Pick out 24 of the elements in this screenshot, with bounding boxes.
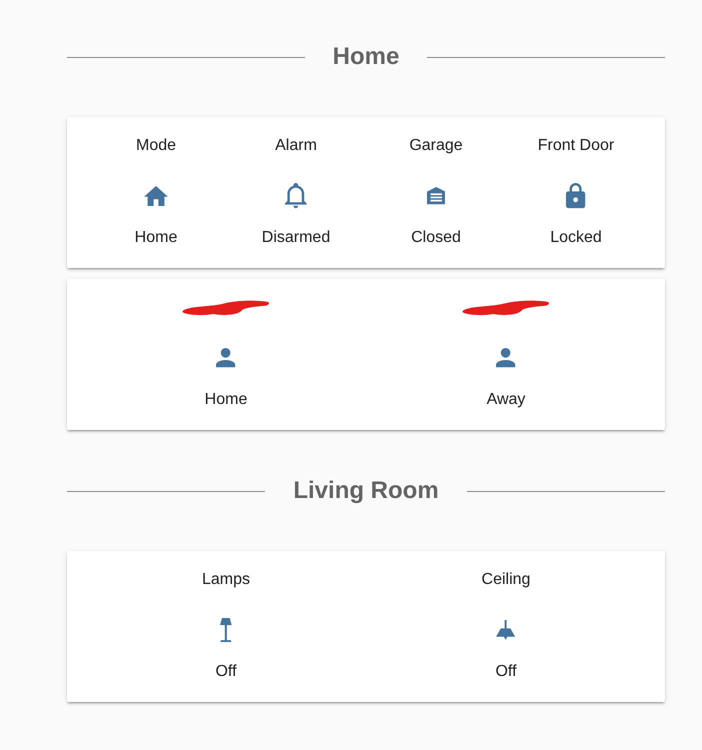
bell-icon[interactable] — [285, 183, 307, 209]
entity-name: Alarm — [275, 136, 317, 156]
entity-name: Mode — [136, 136, 176, 156]
person-icon[interactable] — [216, 348, 236, 368]
house-icon[interactable] — [144, 186, 168, 206]
entity-name: Ceiling — [482, 570, 530, 590]
entity-name: Lamps — [202, 570, 250, 590]
entity-state: Locked — [550, 228, 602, 248]
entity-name: Garage — [409, 136, 463, 156]
entity-state: Off — [215, 662, 237, 682]
section-title: Home — [332, 42, 400, 72]
lamp-icon[interactable] — [220, 618, 232, 642]
padlock-icon[interactable] — [566, 183, 586, 209]
entity-state: Home — [204, 390, 248, 410]
entity-state: Off — [495, 662, 517, 682]
entity-name: Front Door — [538, 136, 614, 156]
entity-state: Away — [486, 390, 526, 410]
person-icon[interactable] — [496, 348, 516, 368]
entity-state: Closed — [411, 228, 461, 248]
section-title: Living Room — [292, 476, 440, 506]
entity-state: Disarmed — [262, 228, 330, 248]
garage-icon[interactable] — [426, 187, 446, 205]
entity-state: Home — [134, 228, 178, 248]
ceiling-lamp-icon[interactable] — [496, 620, 516, 640]
